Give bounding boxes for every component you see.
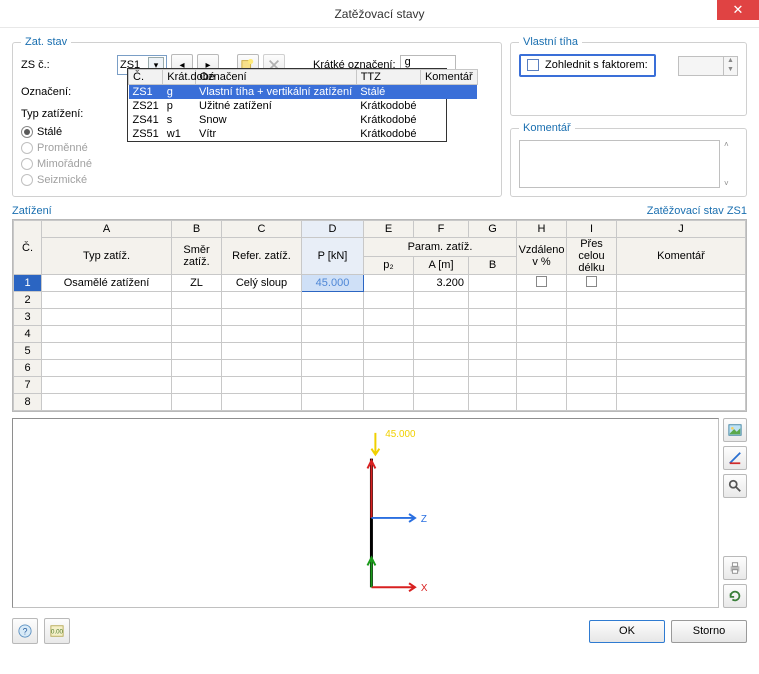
table-row[interactable]: 7 <box>14 377 746 394</box>
textarea-komentar[interactable] <box>519 140 720 188</box>
cancel-button[interactable]: Storno <box>671 620 747 643</box>
group-komentar: Komentář ˄ ˅ <box>510 122 747 197</box>
tool-axis-icon[interactable] <box>723 446 747 470</box>
scroll-down-icon[interactable]: ˅ <box>724 179 738 188</box>
spin-faktor[interactable]: ▲▼ <box>678 56 738 76</box>
ok-button[interactable]: OK <box>589 620 665 643</box>
svg-text:X: X <box>421 583 428 594</box>
tool-zoom-icon[interactable] <box>723 474 747 498</box>
legend-vlastni-tiha: Vlastní tíha <box>519 36 582 48</box>
titlebar: Zatěžovací stavy ✕ <box>0 0 759 28</box>
table-row[interactable]: 6 <box>14 360 746 377</box>
dd-col-kr: Krát.dobé <box>163 70 195 85</box>
svg-text:45.000: 45.000 <box>385 429 416 440</box>
highlight-zohlednit: Zohlednit s faktorem: <box>519 54 656 77</box>
grid-zatizeni[interactable]: Č. ABC DEF GHIJ Typ zatíž. Směr zatíž. R… <box>12 219 747 412</box>
svg-text:?: ? <box>23 627 28 637</box>
label-typ: Typ zatížení: <box>21 108 83 120</box>
dd-row[interactable]: ZS41sSnowKrátkodobé <box>129 113 478 127</box>
section-zatizeni: Zatížení <box>12 205 52 217</box>
checkbox-zohlednit[interactable] <box>527 59 539 71</box>
tool-print-icon[interactable] <box>723 556 747 580</box>
dd-col-kom: Komentář <box>420 70 477 85</box>
dd-row[interactable]: ZS51w1VítrKrátkodobé <box>129 127 478 141</box>
table-row[interactable]: 8 <box>14 394 746 411</box>
svg-text:Z: Z <box>421 514 427 525</box>
label-oznaceni: Označení: <box>21 86 113 98</box>
preview-canvas[interactable]: 45.000 Z X <box>12 418 719 608</box>
col-c: Č. <box>14 221 42 275</box>
legend-zat-stav: Zat. stav <box>21 36 71 48</box>
help-button[interactable]: ? <box>12 618 38 644</box>
zs-dropdown[interactable]: Č. Krát.dobé Označení TTZ Komentář ZS1gV… <box>127 68 447 142</box>
scroll-up-icon[interactable]: ˄ <box>724 140 738 149</box>
table-row[interactable]: 1Osamělé zatíženíZLCelý sloup45.0003.200 <box>14 275 746 292</box>
radio-promenne[interactable]: Proměnné <box>21 142 92 154</box>
tool-picture-icon[interactable] <box>723 418 747 442</box>
close-button[interactable]: ✕ <box>717 0 759 20</box>
table-row[interactable]: 5 <box>14 343 746 360</box>
svg-text:0.00: 0.00 <box>51 629 63 636</box>
table-row[interactable]: 2 <box>14 292 746 309</box>
tool-refresh-icon[interactable] <box>723 584 747 608</box>
table-row[interactable]: 4 <box>14 326 746 343</box>
dd-col-c: Č. <box>129 70 163 85</box>
preview-diagram: 45.000 Z X <box>13 419 718 607</box>
dd-col-ozn: Označení <box>195 70 356 85</box>
radio-stale[interactable]: Stálé <box>21 126 92 138</box>
table-row[interactable]: 3 <box>14 309 746 326</box>
units-button[interactable]: 0.00 <box>44 618 70 644</box>
window-title: Zatěžovací stavy <box>334 7 424 21</box>
dd-col-ttz: TTZ <box>356 70 420 85</box>
group-vlastni-tiha: Vlastní tíha Zohlednit s faktorem: ▲▼ <box>510 36 747 116</box>
label-zohlednit: Zohlednit s faktorem: <box>545 59 648 72</box>
legend-komentar: Komentář <box>519 122 575 134</box>
radio-seizmicke[interactable]: Seizmické <box>21 174 92 186</box>
dd-row[interactable]: ZS21pUžitné zatíženíKrátkodobé <box>129 99 478 113</box>
radio-mimoradne[interactable]: Mimořádné <box>21 158 92 170</box>
label-zs-c: ZS č.: <box>21 59 113 71</box>
group-zat-stav: Zat. stav ZS č.: ZS1 ▾ ◂ ▸ Krátké označe… <box>12 36 502 197</box>
section-zatizeni-right: Zatěžovací stav ZS1 <box>647 205 747 217</box>
dd-row[interactable]: ZS1gVlastní tíha + vertikální zatíženíSt… <box>129 85 478 100</box>
